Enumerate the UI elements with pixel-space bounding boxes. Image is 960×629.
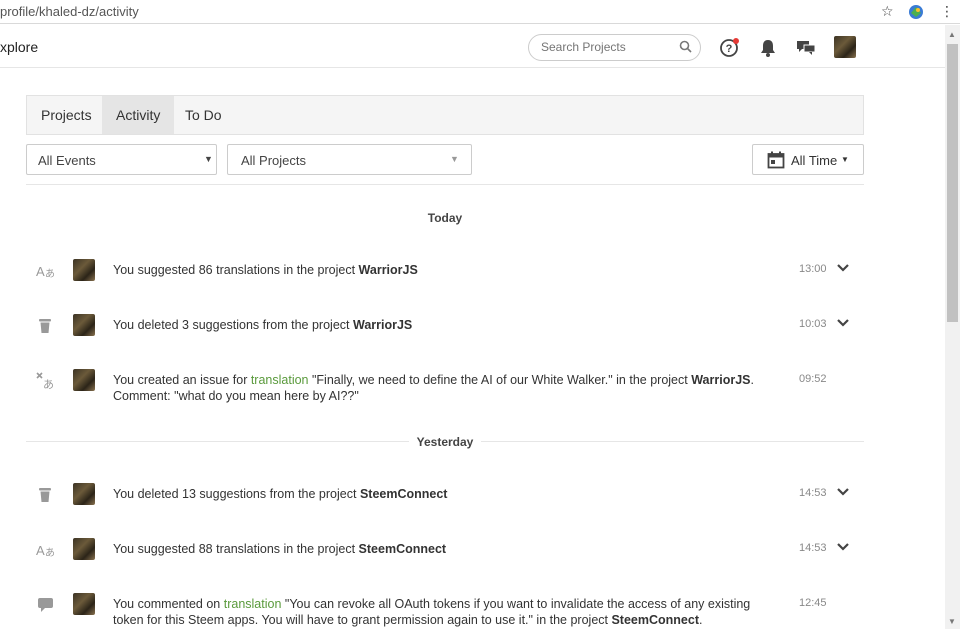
events-filter-select[interactable]: All Events ▼	[26, 144, 217, 175]
avatar[interactable]	[73, 538, 95, 560]
avatar[interactable]	[73, 259, 95, 281]
avatar[interactable]	[73, 369, 95, 391]
svg-text:あ: あ	[45, 547, 55, 559]
browser-menu-icon[interactable]: ⋮	[940, 3, 954, 19]
activity-text: You created an issue for translation "Fi…	[113, 373, 754, 403]
search-box[interactable]	[528, 34, 701, 61]
svg-text:あ: あ	[43, 378, 54, 391]
project-link[interactable]: SteemConnect	[611, 613, 699, 627]
projects-filter-select[interactable]: All Projects ▼	[227, 144, 472, 175]
trash-icon	[36, 485, 56, 505]
activity-text: You suggested 88 translations in the pro…	[113, 542, 447, 556]
time-filter-button[interactable]: All Time ▼	[752, 144, 864, 175]
caret-down-icon: ▼	[841, 155, 849, 164]
notifications-bell-icon[interactable]	[757, 37, 779, 59]
activity-text: You suggested 86 translations in the pro…	[113, 263, 418, 277]
tab-projects[interactable]: Projects	[27, 96, 106, 134]
projects-filter-value: All Projects	[241, 153, 307, 168]
activity-time: 09:52	[799, 373, 827, 385]
browser-address-bar: profile/khaled-dz/activity ☆ ⋮	[0, 0, 960, 24]
activity-time: 10:03	[799, 318, 827, 330]
avatar[interactable]	[73, 314, 95, 336]
search-icon[interactable]	[679, 40, 692, 56]
extension-icon[interactable]	[908, 4, 924, 23]
avatar[interactable]	[73, 593, 95, 615]
chevron-down-icon[interactable]	[836, 486, 850, 501]
messages-icon[interactable]	[795, 37, 817, 59]
group-today-text: Today	[419, 211, 471, 225]
scroll-up-arrow-icon[interactable]: ▲	[948, 30, 956, 39]
svg-text:A: A	[36, 543, 45, 558]
translation-link[interactable]: translation	[251, 373, 309, 387]
svg-text:あ: あ	[45, 268, 55, 280]
activity-text: You commented on translation "You can re…	[113, 597, 751, 627]
scrollbar-thumb[interactable]	[947, 44, 958, 322]
group-label-today: Today	[26, 211, 864, 225]
search-input[interactable]	[541, 40, 676, 54]
group-yesterday-text: Yesterday	[408, 435, 482, 449]
calendar-icon	[767, 151, 785, 172]
project-link[interactable]: WarriorJS	[691, 373, 750, 387]
avatar[interactable]	[73, 483, 95, 505]
svg-text:A: A	[36, 264, 45, 279]
profile-tabs: Projects Activity To Do	[26, 95, 864, 135]
bookmark-star-icon[interactable]: ☆	[881, 3, 894, 19]
activity-time: 14:53	[799, 487, 827, 499]
activity-time: 14:53	[799, 542, 827, 554]
project-link[interactable]: SteemConnect	[360, 487, 448, 501]
site-header: xplore ?	[0, 25, 945, 68]
tab-todo[interactable]: To Do	[171, 96, 236, 134]
trash-icon	[36, 316, 56, 336]
chevron-down-icon[interactable]	[836, 262, 850, 277]
user-avatar[interactable]	[834, 36, 856, 58]
scroll-down-arrow-icon[interactable]: ▼	[948, 617, 956, 626]
activity-time: 12:45	[799, 597, 827, 609]
project-link[interactable]: WarriorJS	[359, 263, 418, 277]
chevron-down-icon[interactable]	[836, 317, 850, 332]
translate-icon: Aあ	[36, 261, 56, 281]
time-filter-value: All Time	[791, 153, 838, 168]
activity-time: 13:00	[799, 263, 827, 275]
url-text[interactable]: profile/khaled-dz/activity	[0, 4, 139, 19]
project-link[interactable]: WarriorJS	[353, 318, 412, 332]
activity-text: You deleted 3 suggestions from the proje…	[113, 318, 413, 332]
activity-text: You deleted 13 suggestions from the proj…	[113, 487, 448, 501]
chevron-down-icon: ▼	[450, 154, 459, 164]
explore-link[interactable]: xplore	[0, 39, 38, 55]
translation-link[interactable]: translation	[224, 597, 282, 611]
chevron-down-icon[interactable]	[836, 541, 850, 556]
tab-activity[interactable]: Activity	[102, 96, 175, 134]
comment-icon	[36, 595, 56, 615]
translate-icon: Aあ	[36, 540, 56, 560]
project-link[interactable]: SteemConnect	[359, 542, 447, 556]
events-filter-value: All Events	[38, 153, 96, 168]
issue-icon: あ	[36, 371, 56, 391]
chevron-down-icon: ▼	[204, 154, 213, 164]
help-icon[interactable]: ?	[719, 37, 741, 59]
svg-text:?: ?	[726, 43, 733, 55]
group-label-yesterday: Yesterday	[26, 435, 864, 449]
filters-divider	[26, 184, 864, 185]
